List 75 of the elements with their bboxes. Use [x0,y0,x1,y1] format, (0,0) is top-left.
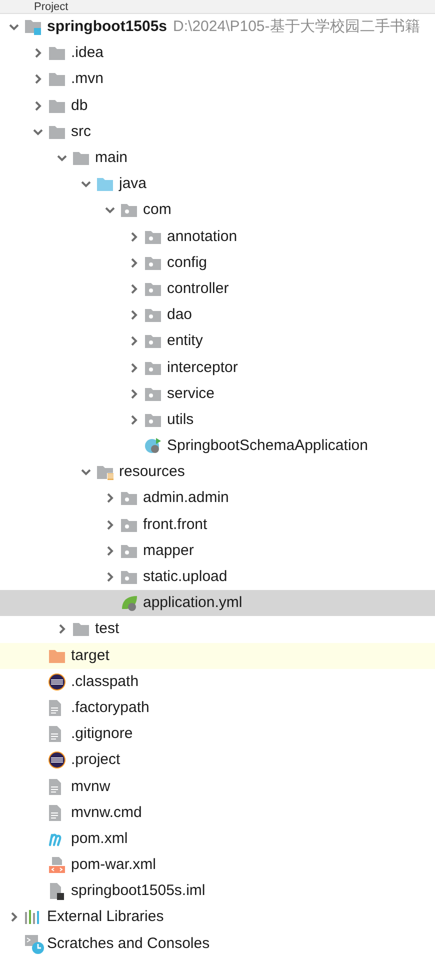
folder-icon [48,98,66,114]
item-label: annotation [167,228,238,246]
folder-icon [48,71,66,88]
folder-icon [48,45,66,62]
item-label: utils [167,410,194,429]
item-label: mvnw [71,778,110,796]
item-label: External Libraries [47,908,164,926]
text-file-icon [48,804,62,822]
package-folder-icon [144,307,162,324]
item-label: config [167,254,208,272]
item-label: dao [167,306,192,324]
scratch-clock-icon [24,934,44,954]
project-path: D:\2024\P105-基于大学校园二手书籍 [173,18,420,36]
item-label: Scratches and Consoles [47,934,210,953]
item-label: com [143,201,172,220]
folder-icon [72,621,90,638]
item-label: SpringbootSchemaApplication [167,437,368,456]
package-folder-icon [144,360,162,376]
item-label: springboot1505s [47,18,168,36]
package-folder-icon [144,280,162,297]
item-label: interceptor [167,358,238,377]
item-label: target [71,646,110,665]
item-label: mvnw.cmd [71,804,142,822]
item-label: db [71,96,88,115]
package-folder-icon [144,254,162,271]
selected-tree-row[interactable]: application.yml [0,590,435,616]
folder-icon [72,150,90,166]
module-file-icon [48,882,64,900]
panel-title: Project [34,0,68,12]
text-file-icon [48,778,62,796]
package-folder-icon [144,228,162,245]
item-label: java [119,175,147,194]
item-label: .factorypath [71,698,150,717]
item-label: main [95,149,128,168]
item-label: .mvn [71,70,104,88]
package-folder-icon [144,412,162,428]
item-label: static.upload [143,568,228,586]
package-folder-icon [120,569,138,586]
spring-app-icon [144,437,162,456]
libraries-icon [24,909,42,926]
item-label: pom.xml [71,830,128,848]
eclipse-icon [48,672,66,691]
folder-icon [96,176,114,192]
package-folder-icon [120,202,138,218]
item-label: application.yml [143,594,242,612]
package-folder-icon [144,333,162,350]
package-folder-icon [120,542,138,559]
text-file-icon [48,698,62,717]
item-label: src [71,122,91,141]
package-folder-icon [120,490,138,506]
item-label: resources [119,463,185,482]
item-label: .project [71,751,120,770]
item-label: test [95,620,120,638]
xml-file-icon [48,856,66,874]
eclipse-icon [48,751,66,770]
item-label: front.front [143,516,208,534]
module-folder-icon [24,19,42,36]
item-label: service [167,384,215,403]
text-file-icon [48,725,62,744]
leaf-icon [120,594,138,612]
item-label: entity [167,332,203,350]
item-label: .classpath [71,672,139,691]
item-label: .gitignore [71,725,133,744]
folder-icon [48,648,66,664]
tree-row[interactable]: target [0,642,435,669]
package-folder-icon [120,516,138,533]
folder-icon [48,124,66,140]
package-folder-icon [144,386,162,402]
item-label: pom-war.xml [71,856,156,874]
item-label: .idea [71,44,104,62]
item-label: admin.admin [143,489,229,508]
resources-folder-icon [96,464,114,480]
item-label: controller [167,280,229,298]
item-label: mapper [143,542,194,560]
item-label: springboot1505s.iml [71,882,206,900]
